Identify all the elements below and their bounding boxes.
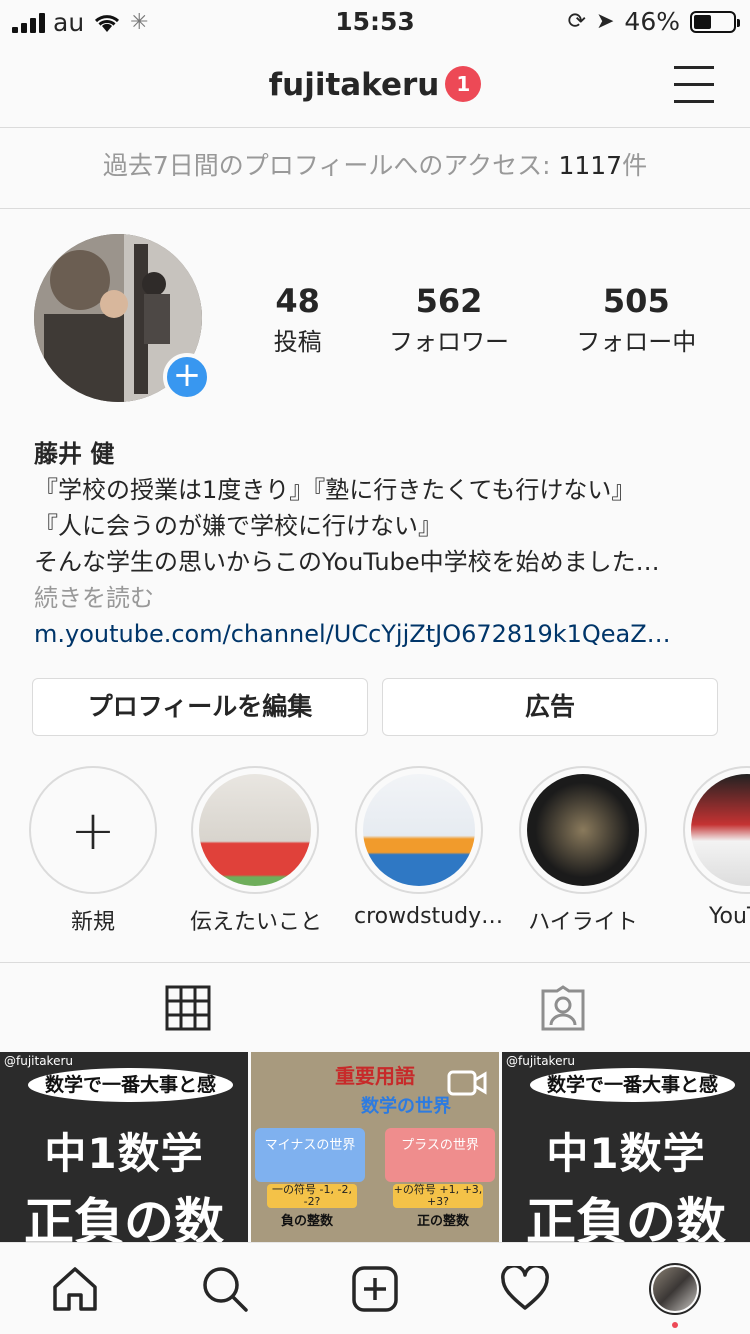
post-thumbnail[interactable]: @fujitakeru 数学で一番大事と感 中1数学 正負の数	[502, 1052, 750, 1242]
battery-percent: 46%	[624, 7, 680, 36]
post-caption-plus: 正の整数	[416, 1214, 469, 1229]
status-right: ⟳ ➤ 46%	[567, 7, 740, 36]
nav-profile[interactable]	[600, 1243, 750, 1334]
insights-label: 過去7日間のプロフィールへのアクセス:	[102, 151, 559, 180]
highlight-label: 新規	[70, 910, 115, 935]
highlight-thumbnail	[691, 774, 750, 886]
read-more-link[interactable]: 続きを読む	[34, 580, 724, 616]
post-title-line2: 正負の数	[24, 1193, 224, 1242]
nav-home[interactable]	[0, 1243, 150, 1334]
notification-badge: 1	[445, 66, 482, 102]
bio-line: 『人に会うのが嫌で学校に行けない』	[34, 512, 442, 540]
tab-grid[interactable]	[0, 963, 375, 1052]
add-story-button[interactable]: +	[163, 353, 211, 401]
profile-website-link[interactable]: m.youtube.com/channel/UCcYjjZtJO672819k1…	[34, 616, 724, 652]
highlight-item[interactable]: ハイライト	[518, 766, 648, 936]
insights-value: 1117	[558, 151, 623, 180]
profile-tabs	[0, 962, 750, 1052]
username-title[interactable]: fujitakeru 1	[0, 66, 750, 103]
heart-icon	[501, 1265, 549, 1310]
highlight-label: YouTub	[709, 904, 750, 929]
highlight-label: 伝えたいこと	[190, 910, 323, 935]
post-title-line1: 中1数学	[44, 1129, 204, 1178]
stat-following[interactable]: 505 フォロー中	[576, 282, 696, 357]
highlight-thumbnail	[527, 774, 639, 886]
post-watermark: @fujitakeru	[506, 1054, 575, 1068]
post-title-line2: 正負の数	[526, 1193, 726, 1242]
profile-header: fujitakeru 1	[0, 42, 750, 128]
menu-icon[interactable]	[674, 66, 714, 103]
post-title-line1: 中1数学	[546, 1129, 706, 1178]
profile-bio: 藤井 健 『学校の授業は1度きり』『塾に行きたくても行けない』 『人に会うのが嫌…	[34, 436, 724, 652]
status-bar: au ✳ 15:53 ⟳ ➤ 46%	[0, 0, 750, 42]
profile-name: 藤井 健	[34, 440, 115, 468]
post-tag-minus: 一の符号 -1, -2, -2?	[267, 1184, 357, 1208]
tab-tagged[interactable]	[375, 963, 750, 1052]
stat-posts-label: 投稿	[273, 328, 322, 356]
post-box-plus: プラスの世界	[385, 1128, 495, 1182]
add-post-icon	[352, 1265, 398, 1312]
home-icon	[53, 1266, 97, 1311]
stat-followers-label: フォロワー	[388, 328, 509, 356]
username-text: fujitakeru	[268, 67, 440, 103]
highlight-label: crowdstudy…	[354, 904, 504, 929]
post-thumbnail[interactable]: 重要用語 数学の世界 マイナスの世界 プラスの世界 一の符号 -1, -2, -…	[251, 1052, 499, 1242]
edit-profile-button[interactable]: プロフィールを編集	[32, 678, 368, 736]
highlight-item[interactable]: crowdstudy…	[354, 766, 504, 929]
video-icon	[447, 1070, 487, 1096]
post-caption-minus: 負の整数	[281, 1214, 334, 1229]
grid-icon	[165, 985, 210, 1030]
stat-posts-value: 48	[275, 282, 320, 320]
highlight-label: ハイライト	[528, 910, 638, 935]
bottom-navigation	[0, 1242, 750, 1334]
search-icon	[203, 1266, 248, 1312]
profile-avatar-icon	[649, 1262, 701, 1315]
post-subtitle: 数学の世界	[361, 1096, 451, 1117]
post-bubble-text: 数学で一番大事と感	[28, 1068, 233, 1102]
bio-line: 『学校の授業は1度きり』『塾に行きたくても行けない』	[34, 476, 636, 504]
nav-search[interactable]	[150, 1243, 300, 1334]
nav-activity[interactable]	[450, 1243, 600, 1334]
highlight-item[interactable]: 伝えたいこと	[190, 766, 323, 936]
highlight-thumbnail	[363, 774, 475, 886]
post-watermark: @fujitakeru	[4, 1054, 73, 1068]
location-icon: ➤	[595, 9, 615, 34]
rotation-lock-icon: ⟳	[567, 9, 586, 34]
tagged-user-icon	[541, 984, 584, 1030]
bio-line: そんな学生の思いからこのYouTube中学校を始めました…	[34, 548, 660, 576]
story-highlights: + 新規 伝えたいこと crowdstudy… ハイライト YouTub	[0, 766, 750, 962]
post-bubble-text: 数学で一番大事と感	[530, 1068, 735, 1102]
post-tag-plus: +の符号 +1, +3, +3?	[393, 1183, 483, 1208]
highlight-new[interactable]: + 新規	[28, 766, 158, 936]
stat-posts[interactable]: 48 投稿	[274, 282, 322, 357]
activity-dot	[672, 1322, 678, 1328]
insights-unit: 件	[622, 151, 648, 180]
nav-new-post[interactable]	[300, 1243, 450, 1334]
post-thumbnail[interactable]: @fujitakeru 数学で一番大事と感 中1数学 正負の数	[0, 1052, 248, 1242]
ads-button[interactable]: 広告	[382, 678, 718, 736]
post-box-minus: マイナスの世界	[255, 1128, 365, 1182]
highlight-thumbnail	[199, 774, 311, 886]
battery-icon	[690, 10, 740, 33]
stat-followers[interactable]: 562 フォロワー	[389, 282, 509, 357]
stat-following-label: フォロー中	[576, 328, 697, 356]
profile-stats: 48 投稿 562 フォロワー 505 フォロー中	[240, 282, 730, 357]
profile-actions: プロフィールを編集 広告	[32, 678, 718, 736]
stat-followers-value: 562	[415, 282, 483, 320]
plus-icon: +	[37, 774, 149, 886]
profile-insights-bar[interactable]: 過去7日間のプロフィールへのアクセス: 1117件	[0, 129, 750, 209]
highlight-item[interactable]: YouTub	[682, 766, 750, 929]
post-grid: @fujitakeru 数学で一番大事と感 中1数学 正負の数 重要用語 数学の…	[0, 1052, 750, 1242]
stat-following-value: 505	[602, 282, 670, 320]
